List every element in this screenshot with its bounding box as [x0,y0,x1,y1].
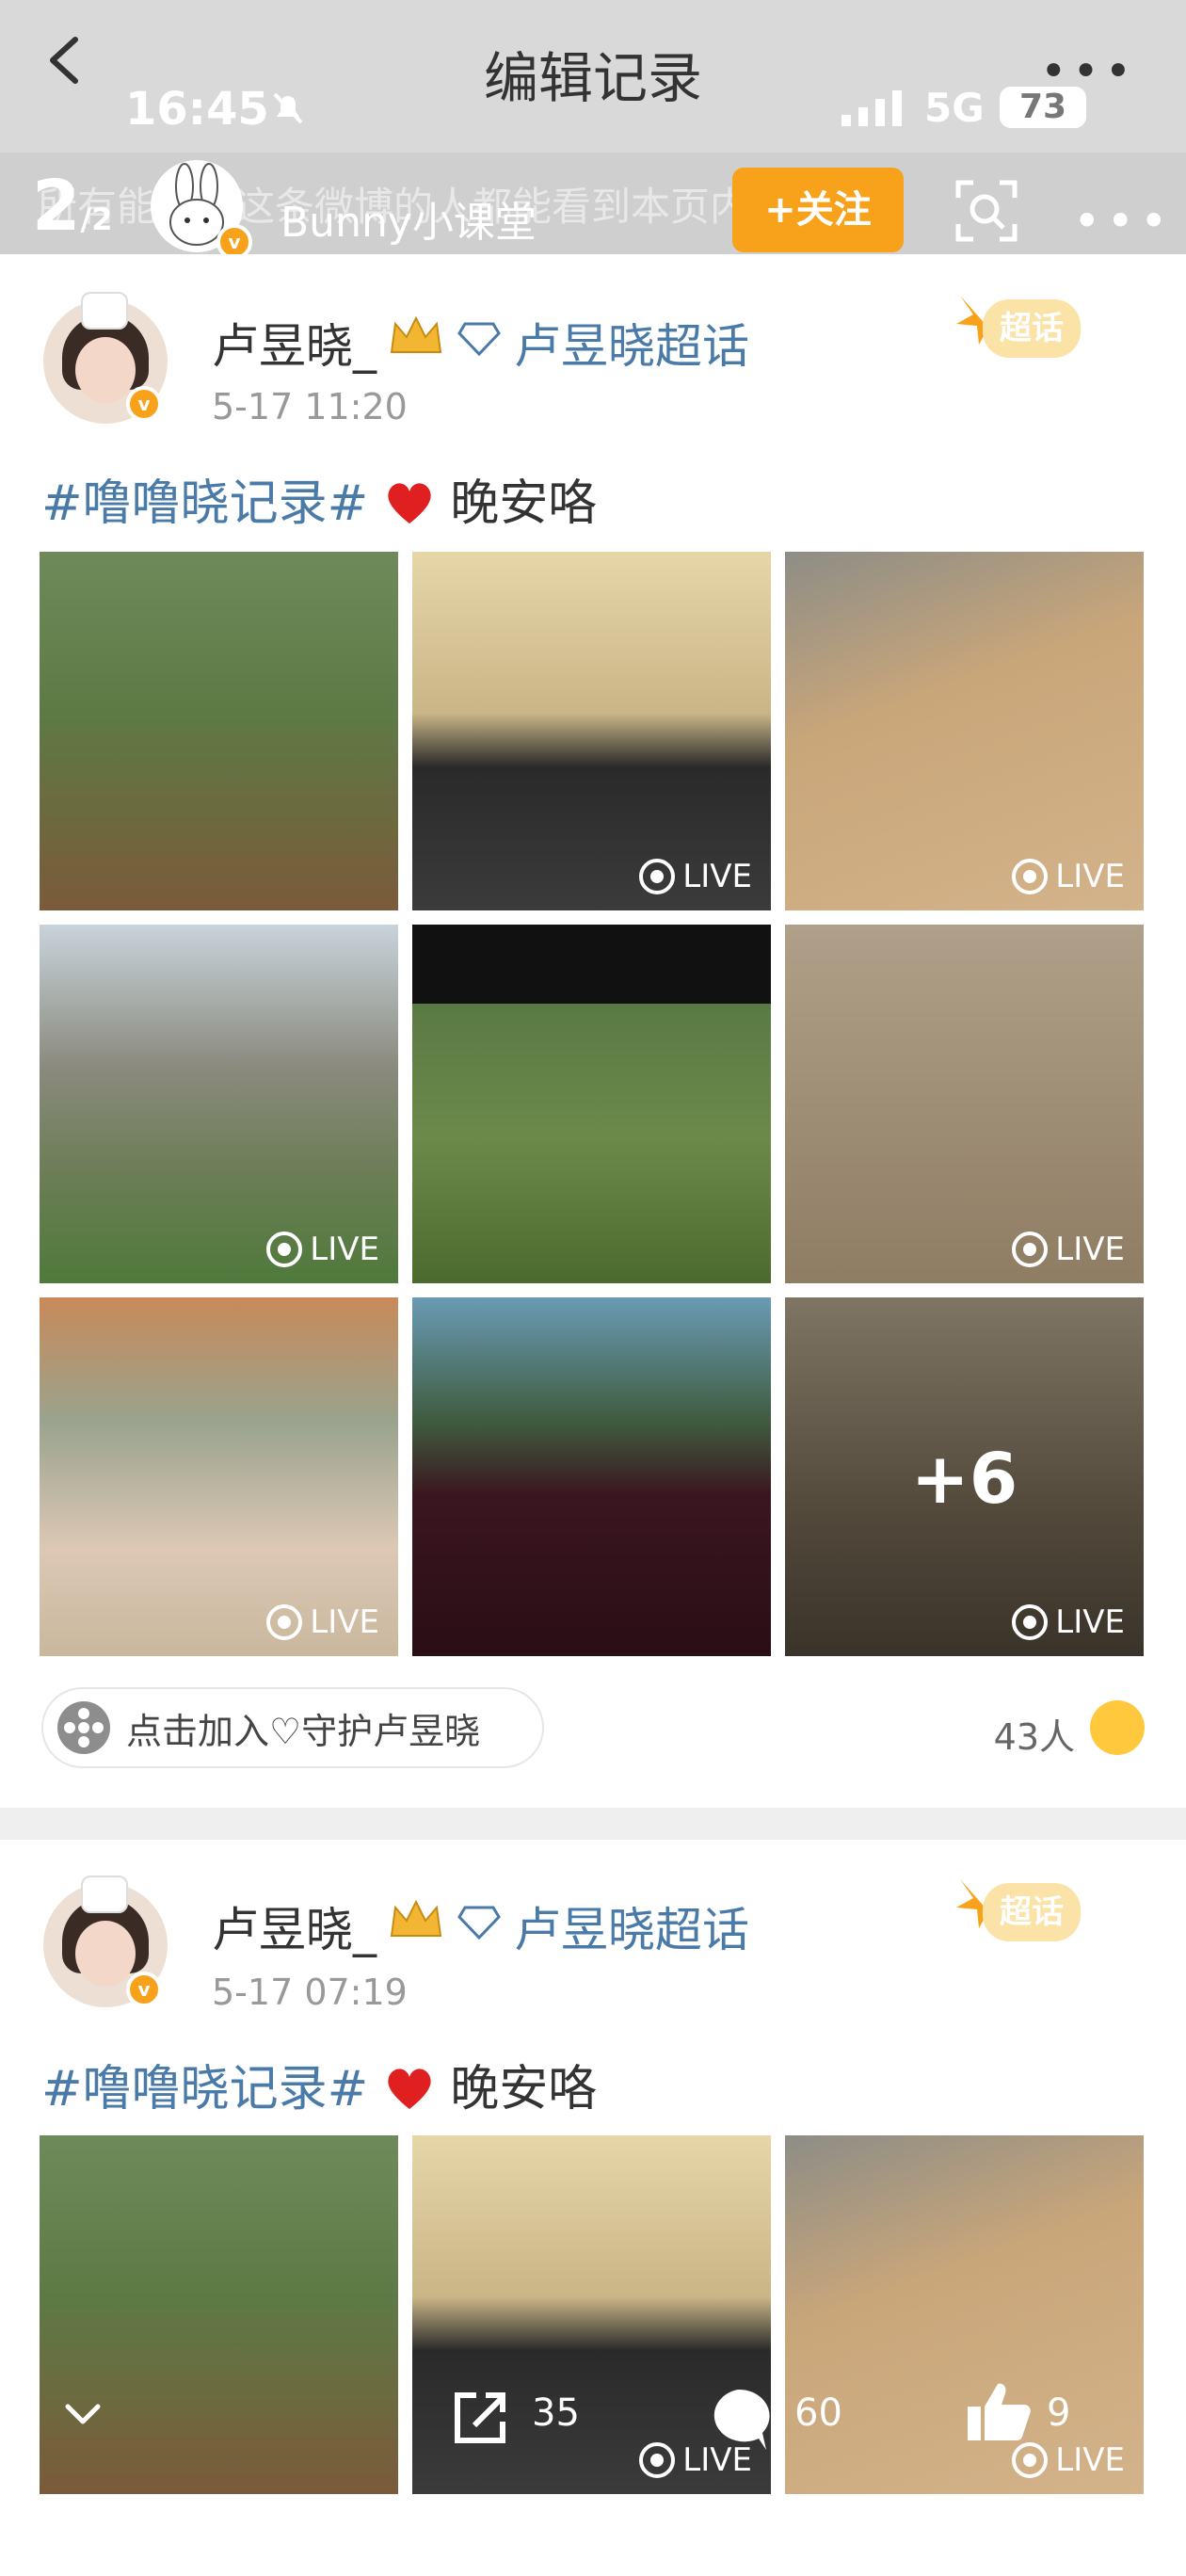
photo-thumbnail[interactable]: LIVE [785,925,1144,1283]
diamond-icon [457,1906,501,1940]
live-icon [639,2442,676,2478]
super-topic-badge-icon[interactable]: 超话 [951,1870,1101,1955]
super-topic-link[interactable]: 卢昱晓超话 [514,1892,749,1960]
comment-icon[interactable] [700,2382,776,2457]
post-time: 5-17 07:19 [212,1972,408,2013]
photo-thumbnail[interactable]: LIVE [785,552,1144,910]
svg-text:超话: 超话 [1000,310,1064,347]
live-photo-badge: LIVE [1004,852,1134,901]
share-icon[interactable] [448,2386,512,2450]
cat-ornament-icon [81,292,128,330]
verified-badge-icon: v [126,386,162,422]
post-card: v 卢昱晓_ 卢昱晓超话 超话 5-17 11:20 #噜噜晓记录# 晚安咯 L… [0,254,1186,1798]
chevron-down-icon[interactable] [60,2391,105,2437]
page-indicator: 2/2 [32,166,113,247]
live-icon [266,1604,303,1640]
photo-thumbnail[interactable]: +6 LIVE [785,1297,1144,1656]
like-thumb-icon[interactable] [964,2378,1032,2446]
signal-icon [841,90,902,126]
photo-grid: LIVE LIVE LIVE LIVE LIVE +6 LIVE [40,552,1146,1656]
post-body-text: 晚安咯 [450,2061,598,2117]
live-photo-badge: LIVE [1004,1598,1134,1647]
like-count: 9 [1047,2391,1071,2435]
live-icon [1012,1604,1049,1640]
diamond-icon [457,322,501,356]
hashtag-link[interactable]: #噜噜晓记录# [41,2061,368,2117]
username[interactable]: Bunny小课堂 [280,188,537,249]
photo-thumbnail[interactable]: LIVE [412,552,771,910]
super-topic-link[interactable]: 卢昱晓超话 [514,309,749,377]
post-divider [0,1808,1186,1840]
top-bar: 编辑记录 ••• 16:45 5G 73 所有能看到这条微博的人都能看到本页内 … [0,0,1186,260]
fan-count: 43人 [993,1716,1075,1758]
photo-thumbnail[interactable] [40,2135,398,2494]
post-text: #噜噜晓记录# 晚安咯 [41,2049,597,2119]
live-icon [1012,2442,1049,2478]
photo-thumbnail[interactable] [412,1297,771,1656]
author-name[interactable]: 卢昱晓_ [212,309,377,377]
follow-button[interactable]: +关注 [732,168,904,252]
photo-thumbnail[interactable]: LIVE [40,1297,398,1656]
photo-thumbnail[interactable]: LIVE [40,925,398,1283]
more-photos-count: +6 [910,1439,1018,1520]
live-photo-badge: LIVE [632,852,761,901]
scan-icon[interactable] [953,177,1020,245]
photo-thumbnail[interactable] [412,925,771,1283]
heart-icon [388,2069,431,2109]
hashtag-link[interactable]: #噜噜晓记录# [41,475,368,532]
live-icon [266,1232,303,1267]
post-body-text: 晚安咯 [450,475,598,532]
fan-badge-icon [57,1701,110,1754]
join-fan-button[interactable]: 点击加入♡守护卢昱晓 [41,1687,544,1768]
share-count: 35 [532,2391,580,2435]
emoji-icon [1090,1700,1145,1755]
live-icon [1012,1232,1049,1267]
join-fan-label: 点击加入♡守护卢昱晓 [126,1710,481,1752]
network-label: 5G [924,85,985,131]
author-name[interactable]: 卢昱晓_ [212,1892,377,1960]
comment-count: 60 [794,2391,842,2435]
post-time: 5-17 11:20 [212,386,408,427]
live-icon [639,859,676,894]
heart-icon [388,483,431,523]
mute-bell-icon [273,92,303,124]
post-text: #噜噜晓记录# 晚安咯 [41,463,597,534]
svg-text:超话: 超话 [1000,1893,1064,1931]
cat-ornament-icon [81,1876,128,1913]
super-topic-badge-icon[interactable]: 超话 [951,286,1101,371]
status-time: 16:45 [125,83,269,136]
post-card: v 卢昱晓_ 卢昱晓超话 超话 5-17 07:19 #噜噜晓记录# 晚安咯 L… [0,1840,1186,2576]
live-photo-badge: LIVE [259,1598,389,1647]
live-icon [1012,859,1049,894]
crown-icon [390,315,442,353]
more-icon[interactable]: ••• [1073,194,1173,249]
photo-thumbnail[interactable] [40,552,398,910]
crown-icon [390,1899,442,1937]
battery-indicator: 73 [1000,87,1086,128]
live-photo-badge: LIVE [1004,1225,1134,1274]
verified-badge-icon: v [126,1972,162,2007]
live-photo-badge: LIVE [259,1225,389,1274]
